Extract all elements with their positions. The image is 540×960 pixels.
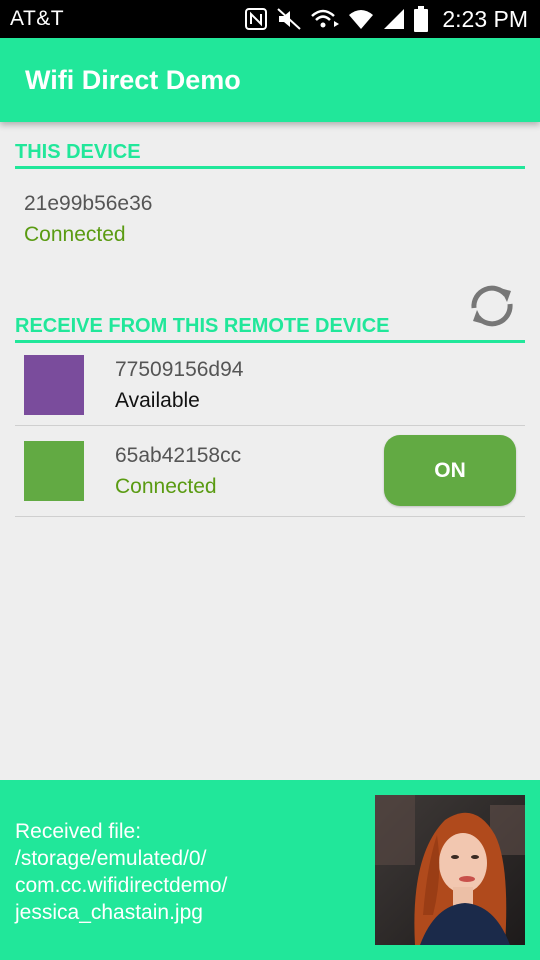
device-color-swatch	[24, 441, 84, 501]
received-file-text: Received file: /storage/emulated/0/ com.…	[15, 818, 365, 926]
received-image	[375, 795, 525, 945]
this-device-name: 21e99b56e36	[24, 192, 153, 215]
carrier-label: AT&T	[10, 7, 65, 30]
battery-icon	[414, 6, 429, 32]
received-path-line: com.cc.wifidirectdemo/	[15, 874, 228, 897]
received-path-line: jessica_chastain.jpg	[15, 901, 203, 924]
mute-icon	[277, 8, 302, 30]
wifi-direct-icon	[311, 9, 340, 28]
wifi-icon	[349, 10, 374, 29]
app-bar: Wifi Direct Demo	[0, 38, 540, 122]
received-path-line: /storage/emulated/0/	[15, 847, 207, 870]
device-name: 65ab42158cc	[115, 444, 242, 467]
received-label: Received file:	[15, 820, 142, 843]
device-row-1[interactable]: 77509156d94 Available	[15, 344, 525, 426]
remote-device-header: RECEIVE FROM THIS REMOTE DEVICE	[15, 315, 525, 343]
status-bar: AT&T 2:23 PM	[0, 0, 540, 38]
device-color-swatch	[24, 355, 84, 415]
received-file-panel: Received file: /storage/emulated/0/ com.…	[0, 780, 540, 960]
device-name: 77509156d94	[115, 358, 244, 381]
this-device-status: Connected	[24, 223, 126, 246]
nfc-icon	[245, 8, 268, 30]
status-icons: 2:23 PM	[244, 6, 528, 33]
signal-icon	[384, 9, 405, 29]
device-status: Available	[115, 389, 200, 412]
device-status: Connected	[115, 475, 217, 498]
app-title: Wifi Direct Demo	[25, 64, 241, 95]
this-device-header: THIS DEVICE	[15, 141, 525, 169]
clock: 2:23 PM	[442, 5, 528, 32]
on-toggle-button[interactable]: ON	[384, 435, 516, 506]
